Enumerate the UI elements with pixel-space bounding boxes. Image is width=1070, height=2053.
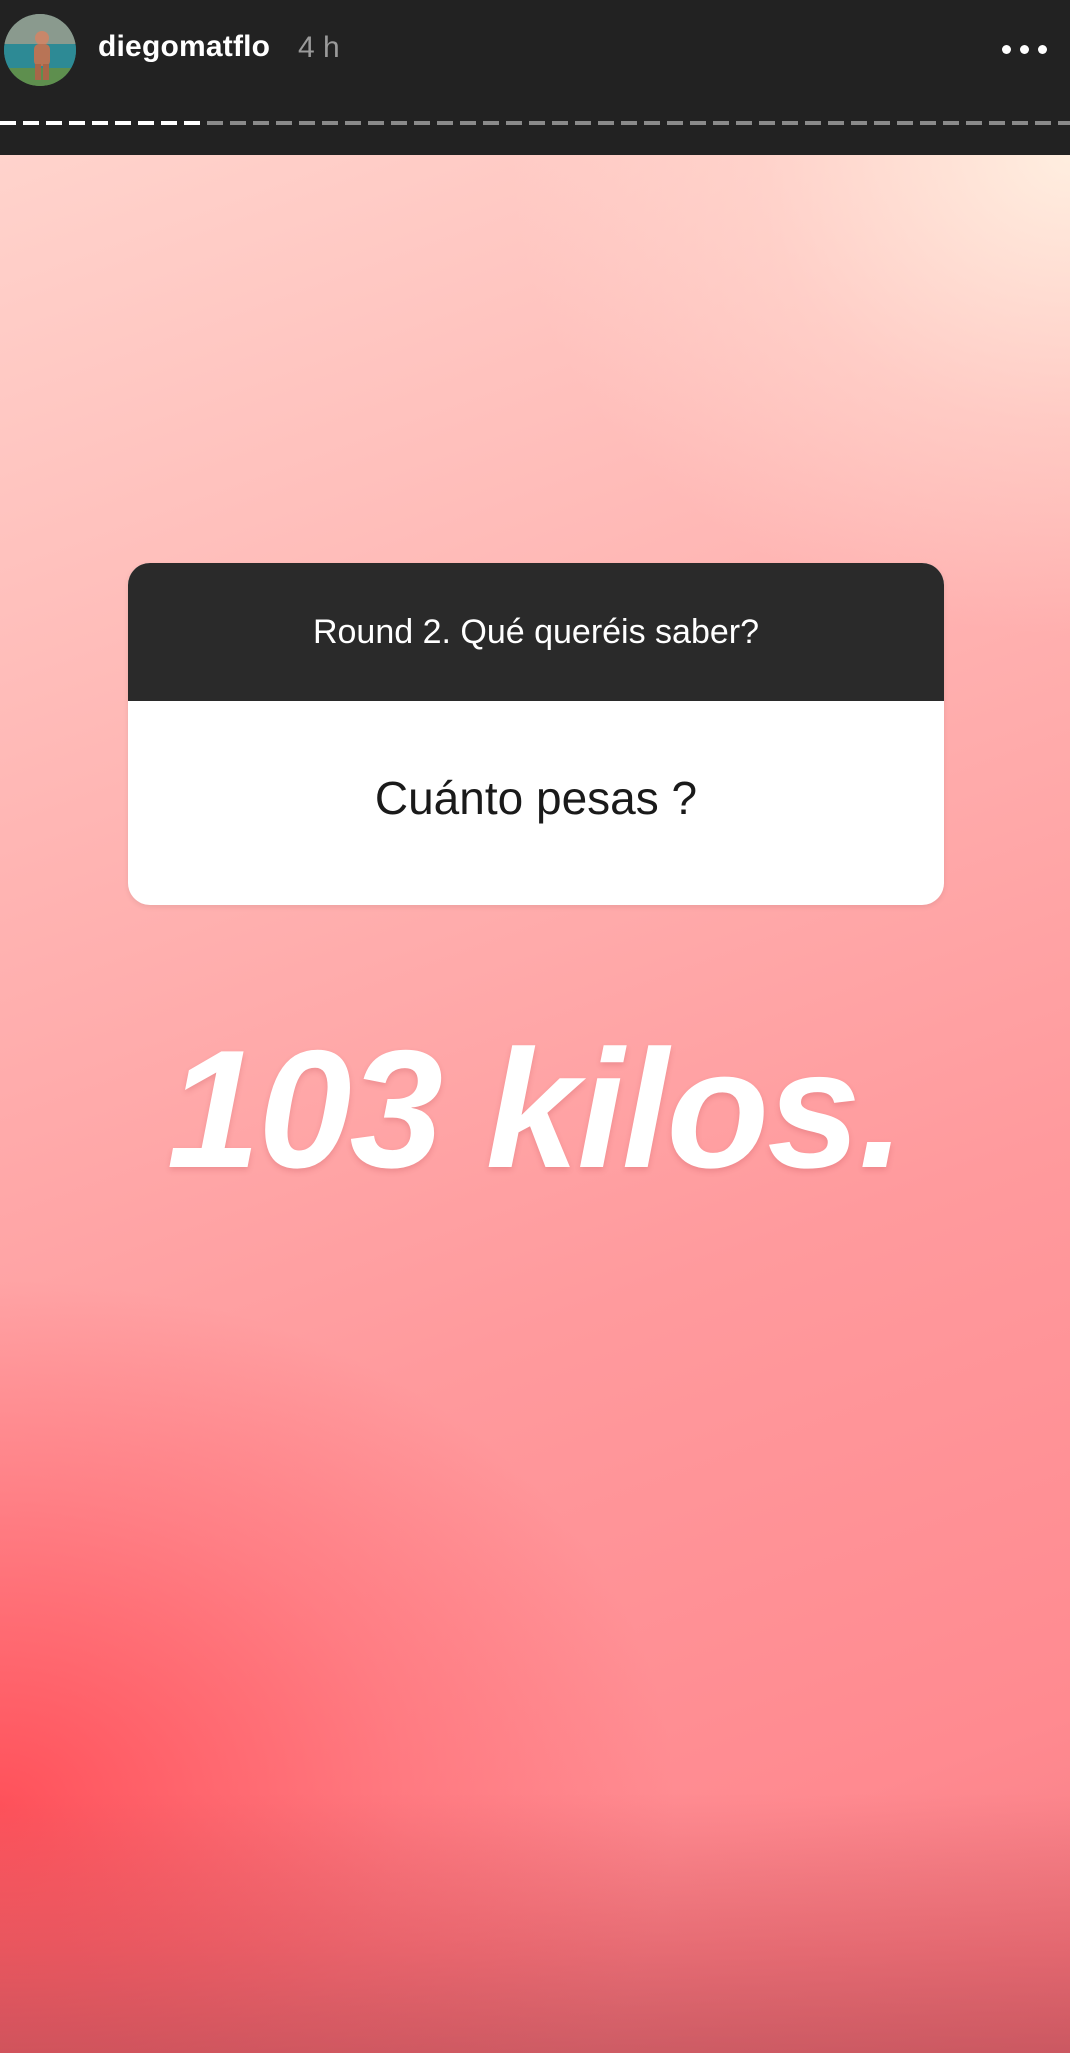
- progress-segment-remaining: [989, 121, 1005, 125]
- progress-segment-remaining: [874, 121, 890, 125]
- progress-segment-remaining: [552, 121, 568, 125]
- progress-segment-complete: [23, 121, 39, 125]
- more-horizontal-icon[interactable]: [1000, 34, 1050, 64]
- progress-segment-remaining: [414, 121, 430, 125]
- progress-segment-complete: [69, 121, 85, 125]
- progress-segment-remaining: [1012, 121, 1028, 125]
- reply-text: 103 kilos.: [166, 1015, 906, 1203]
- story-viewer[interactable]: diegomatflo 4 h Round 2. Qué queréis sab…: [0, 0, 1070, 2053]
- progress-segment-remaining: [345, 121, 361, 125]
- progress-segment-remaining: [1058, 121, 1070, 125]
- question-answer: Cuánto pesas ?: [374, 772, 698, 824]
- progress-segment-remaining: [621, 121, 637, 125]
- progress-segment-remaining: [529, 121, 545, 125]
- progress-segment-complete: [184, 121, 200, 125]
- question-prompt: Round 2. Qué queréis saber?: [128, 563, 944, 701]
- progress-segment-complete: [138, 121, 154, 125]
- progress-segment-remaining: [759, 121, 775, 125]
- progress-segment-remaining: [828, 121, 844, 125]
- progress-segment-complete: [115, 121, 131, 125]
- progress-segment-complete: [46, 121, 62, 125]
- progress-segment-remaining: [736, 121, 752, 125]
- progress-segment-remaining: [1035, 121, 1051, 125]
- progress-segment-remaining: [782, 121, 798, 125]
- progress-segment-remaining: [851, 121, 867, 125]
- progress-segment-remaining: [713, 121, 729, 125]
- question-sticker: Round 2. Qué queréis saber? Cuánto pesas…: [128, 563, 944, 905]
- progress-segment-complete: [92, 121, 108, 125]
- progress-segment-complete: [161, 121, 177, 125]
- progress-segment-remaining: [943, 121, 959, 125]
- progress-segment-remaining: [598, 121, 614, 125]
- story-content: Round 2. Qué queréis saber? Cuánto pesas…: [0, 155, 1070, 2053]
- progress-segment-remaining: [322, 121, 338, 125]
- avatar[interactable]: [4, 14, 76, 86]
- progress-segment-remaining: [690, 121, 706, 125]
- username[interactable]: diegomatflo: [98, 30, 270, 64]
- progress-segment-remaining: [391, 121, 407, 125]
- progress-segment-remaining: [437, 121, 453, 125]
- progress-segment-remaining: [506, 121, 522, 125]
- progress-segment-remaining: [667, 121, 683, 125]
- progress-segment-remaining: [920, 121, 936, 125]
- progress-segment-remaining: [460, 121, 476, 125]
- progress-segment-complete: [0, 121, 16, 125]
- progress-segment-remaining: [276, 121, 292, 125]
- story-header: diegomatflo 4 h: [0, 0, 1070, 155]
- progress-segment-remaining: [368, 121, 384, 125]
- progress-segment-remaining: [644, 121, 660, 125]
- progress-segment-remaining: [805, 121, 821, 125]
- progress-segment-remaining: [966, 121, 982, 125]
- progress-segment-remaining: [299, 121, 315, 125]
- progress-segment-remaining: [207, 121, 223, 125]
- progress-segment-remaining: [230, 121, 246, 125]
- progress-segment-remaining: [253, 121, 269, 125]
- progress-segment-remaining: [897, 121, 913, 125]
- timestamp: 4 h: [298, 31, 340, 64]
- progress-segment-remaining: [575, 121, 591, 125]
- profile-photo-icon: [4, 14, 76, 86]
- story-progress-bar: [0, 121, 1070, 127]
- progress-segment-remaining: [483, 121, 499, 125]
